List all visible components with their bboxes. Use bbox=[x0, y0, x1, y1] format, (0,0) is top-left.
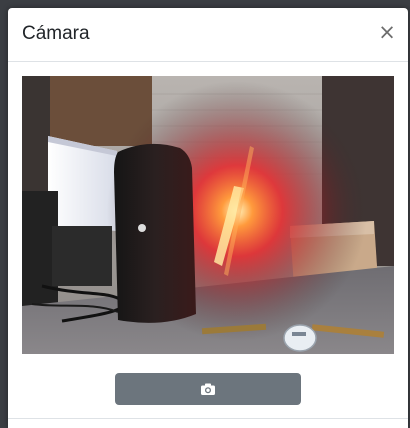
camera-icon bbox=[201, 383, 215, 395]
close-button[interactable]: × bbox=[376, 20, 398, 44]
modal-title: Cámara bbox=[22, 23, 90, 44]
modal-footer-divider bbox=[8, 418, 408, 419]
capture-photo-button[interactable] bbox=[115, 373, 301, 405]
camera-preview bbox=[22, 76, 394, 354]
modal-header: Cámara × bbox=[8, 8, 408, 62]
camera-modal: Cámara × bbox=[8, 8, 408, 428]
camera-feed-image bbox=[22, 76, 394, 354]
